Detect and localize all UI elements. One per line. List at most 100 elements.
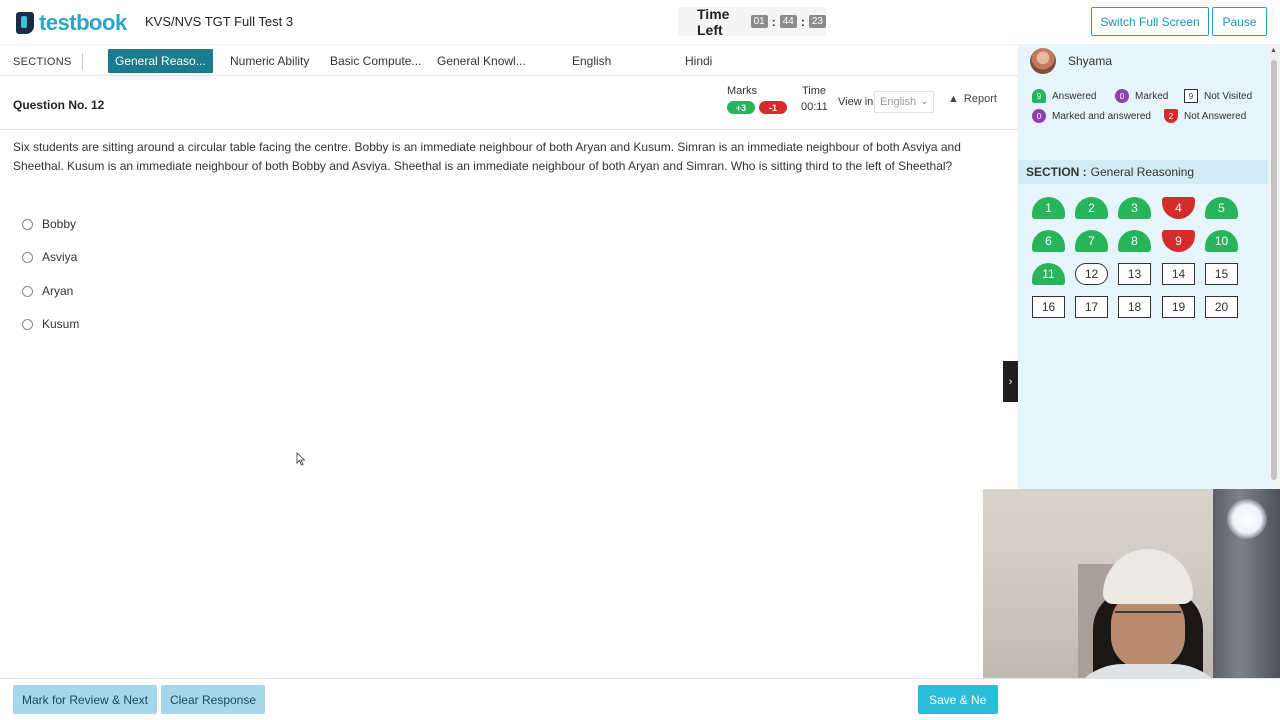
testbook-logo[interactable]: testbook bbox=[16, 10, 127, 36]
not-answered-count-badge: 2 bbox=[1164, 109, 1178, 123]
option-4[interactable]: Kusum bbox=[22, 314, 79, 334]
user-info: Shyama bbox=[1030, 48, 1112, 74]
scroll-up-arrow-icon[interactable]: ▲ bbox=[1270, 47, 1277, 54]
question-palette-button[interactable]: 13 bbox=[1118, 263, 1151, 285]
option-radio[interactable] bbox=[22, 218, 33, 230]
section-tab-hindi[interactable]: Hindi bbox=[685, 49, 712, 73]
question-palette-button[interactable]: 8 bbox=[1118, 230, 1151, 252]
question-palette-button[interactable]: 5 bbox=[1205, 197, 1238, 219]
pause-button[interactable]: Pause bbox=[1212, 7, 1267, 36]
question-palette-button[interactable]: 4 bbox=[1162, 197, 1195, 219]
chevron-down-icon: ⌄ bbox=[920, 96, 928, 106]
question-palette-button[interactable]: 12 bbox=[1075, 263, 1108, 285]
question-palette-button[interactable]: 16 bbox=[1032, 296, 1065, 318]
section-tab-general-reasoning[interactable]: General Reaso... bbox=[108, 49, 213, 73]
time-left-timer: Time Left 01 : 44 : 23 bbox=[678, 5, 826, 38]
clear-response-button[interactable]: Clear Response bbox=[161, 685, 265, 714]
section-name: General Reasoning bbox=[1090, 165, 1195, 179]
user-name: Shyama bbox=[1068, 54, 1113, 68]
section-tab-english[interactable]: English bbox=[572, 49, 611, 73]
option-label: Kusum bbox=[42, 317, 80, 331]
answered-count-badge: 9 bbox=[1032, 89, 1046, 103]
option-2[interactable]: Asviya bbox=[22, 247, 77, 267]
avatar bbox=[1030, 48, 1056, 74]
not-visited-count-badge: 9 bbox=[1184, 89, 1198, 103]
timer-separator: : bbox=[771, 14, 776, 29]
mouse-pointer-icon bbox=[296, 452, 306, 466]
sections-bar: SECTIONS General Reaso... Numeric Abilit… bbox=[0, 44, 1018, 76]
marked-count-badge: 0 bbox=[1115, 89, 1129, 103]
question-palette-button[interactable]: 3 bbox=[1118, 197, 1151, 219]
question-palette-button[interactable]: 1 bbox=[1032, 197, 1065, 219]
option-label: Asviya bbox=[42, 250, 78, 264]
section-tab-general-knowledge[interactable]: General Knowl... bbox=[437, 49, 526, 73]
question-palette-button[interactable]: 15 bbox=[1205, 263, 1238, 285]
option-1[interactable]: Bobby bbox=[22, 214, 76, 234]
question-palette-button[interactable]: 14 bbox=[1162, 263, 1195, 285]
panel-scrollbar[interactable]: ▲ bbox=[1268, 44, 1280, 490]
option-radio[interactable] bbox=[22, 251, 33, 263]
legend-label: Not Visited bbox=[1204, 90, 1253, 102]
question-header: Question No. 12 Marks +3 -1 Time 00:11 V… bbox=[0, 78, 1018, 130]
question-palette-button[interactable]: 2 bbox=[1075, 197, 1108, 219]
question-time-label: Time bbox=[802, 85, 827, 97]
section-title: SECTION : General Reasoning bbox=[1018, 160, 1268, 184]
timer-seconds: 23 bbox=[808, 15, 826, 28]
time-left-label: Time Left bbox=[697, 5, 730, 38]
report-button[interactable]: ▲ Report bbox=[948, 93, 997, 105]
marks-label: Marks bbox=[727, 85, 757, 97]
question-palette-button[interactable]: 20 bbox=[1205, 296, 1238, 318]
webcam-background bbox=[1227, 499, 1267, 539]
legend-not-answered: 2 Not Answered bbox=[1164, 109, 1246, 123]
test-title: KVS/NVS TGT Full Test 3 bbox=[145, 14, 294, 29]
mark-for-review-next-button[interactable]: Mark for Review & Next bbox=[13, 685, 157, 714]
question-palette-button[interactable]: 10 bbox=[1205, 230, 1238, 252]
webcam-person-glasses bbox=[1115, 611, 1181, 623]
option-radio[interactable] bbox=[22, 285, 33, 297]
testbook-logo-icon bbox=[16, 12, 34, 34]
section-tab-numeric-ability[interactable]: Numeric Ability bbox=[230, 49, 309, 73]
question-text: Six students are sitting around a circul… bbox=[13, 140, 961, 173]
view-in-label: View in bbox=[838, 96, 874, 108]
question-number: Question No. 12 bbox=[13, 98, 105, 112]
marked-answered-count-badge: 0 bbox=[1032, 109, 1046, 123]
sections-label: SECTIONS bbox=[13, 56, 72, 68]
legend-label: Marked bbox=[1135, 90, 1169, 102]
timer-hours: 01 bbox=[750, 15, 768, 28]
question-palette-button[interactable]: 9 bbox=[1162, 230, 1195, 252]
divider bbox=[82, 53, 83, 70]
option-label: Aryan bbox=[42, 284, 74, 298]
option-3[interactable]: Aryan bbox=[22, 281, 73, 301]
scrollbar-thumb[interactable] bbox=[1271, 60, 1277, 480]
legend-not-visited: 9 Not Visited bbox=[1184, 89, 1252, 103]
save-and-next-button[interactable]: Save & Ne bbox=[918, 685, 998, 714]
question-palette-button[interactable]: 17 bbox=[1075, 296, 1108, 318]
switch-fullscreen-button[interactable]: Switch Full Screen bbox=[1091, 7, 1209, 36]
question-palette-button[interactable]: 6 bbox=[1032, 230, 1065, 252]
section-prefix: SECTION : bbox=[1026, 165, 1087, 179]
question-time-value: 00:11 bbox=[801, 101, 828, 113]
logo-text: testbook bbox=[39, 10, 127, 35]
question-palette-button[interactable]: 18 bbox=[1118, 296, 1151, 318]
language-select[interactable]: English ⌄ bbox=[874, 91, 934, 113]
option-radio[interactable] bbox=[22, 318, 33, 330]
legend-marked-answered: 0 Marked and answered bbox=[1032, 109, 1151, 123]
question-palette-panel: Shyama 9 Answered 0 Marked 9 Not Visited… bbox=[1018, 44, 1268, 490]
legend-label: Not Answered bbox=[1184, 110, 1247, 122]
positive-marks-badge: +3 bbox=[727, 101, 755, 114]
language-selected: English bbox=[880, 96, 917, 108]
report-label: Report bbox=[963, 93, 997, 105]
legend-answered: 9 Answered bbox=[1032, 89, 1096, 103]
webcam-person-hat bbox=[1103, 549, 1193, 604]
section-tab-basic-computer[interactable]: Basic Compute... bbox=[330, 49, 421, 73]
legend-marked: 0 Marked bbox=[1115, 89, 1168, 103]
footer-bar: Mark for Review & Next Clear Response Sa… bbox=[0, 678, 1280, 720]
question-palette-button[interactable]: 7 bbox=[1075, 230, 1108, 252]
question-palette-button[interactable]: 11 bbox=[1032, 263, 1065, 285]
legend-label: Marked and answered bbox=[1052, 110, 1151, 122]
question-palette-button[interactable]: 19 bbox=[1162, 296, 1195, 318]
option-label: Bobby bbox=[42, 217, 77, 231]
chevron-right-icon[interactable]: › bbox=[1003, 361, 1018, 402]
legend-label: Answered bbox=[1052, 90, 1097, 102]
negative-marks-badge: -1 bbox=[759, 101, 787, 114]
